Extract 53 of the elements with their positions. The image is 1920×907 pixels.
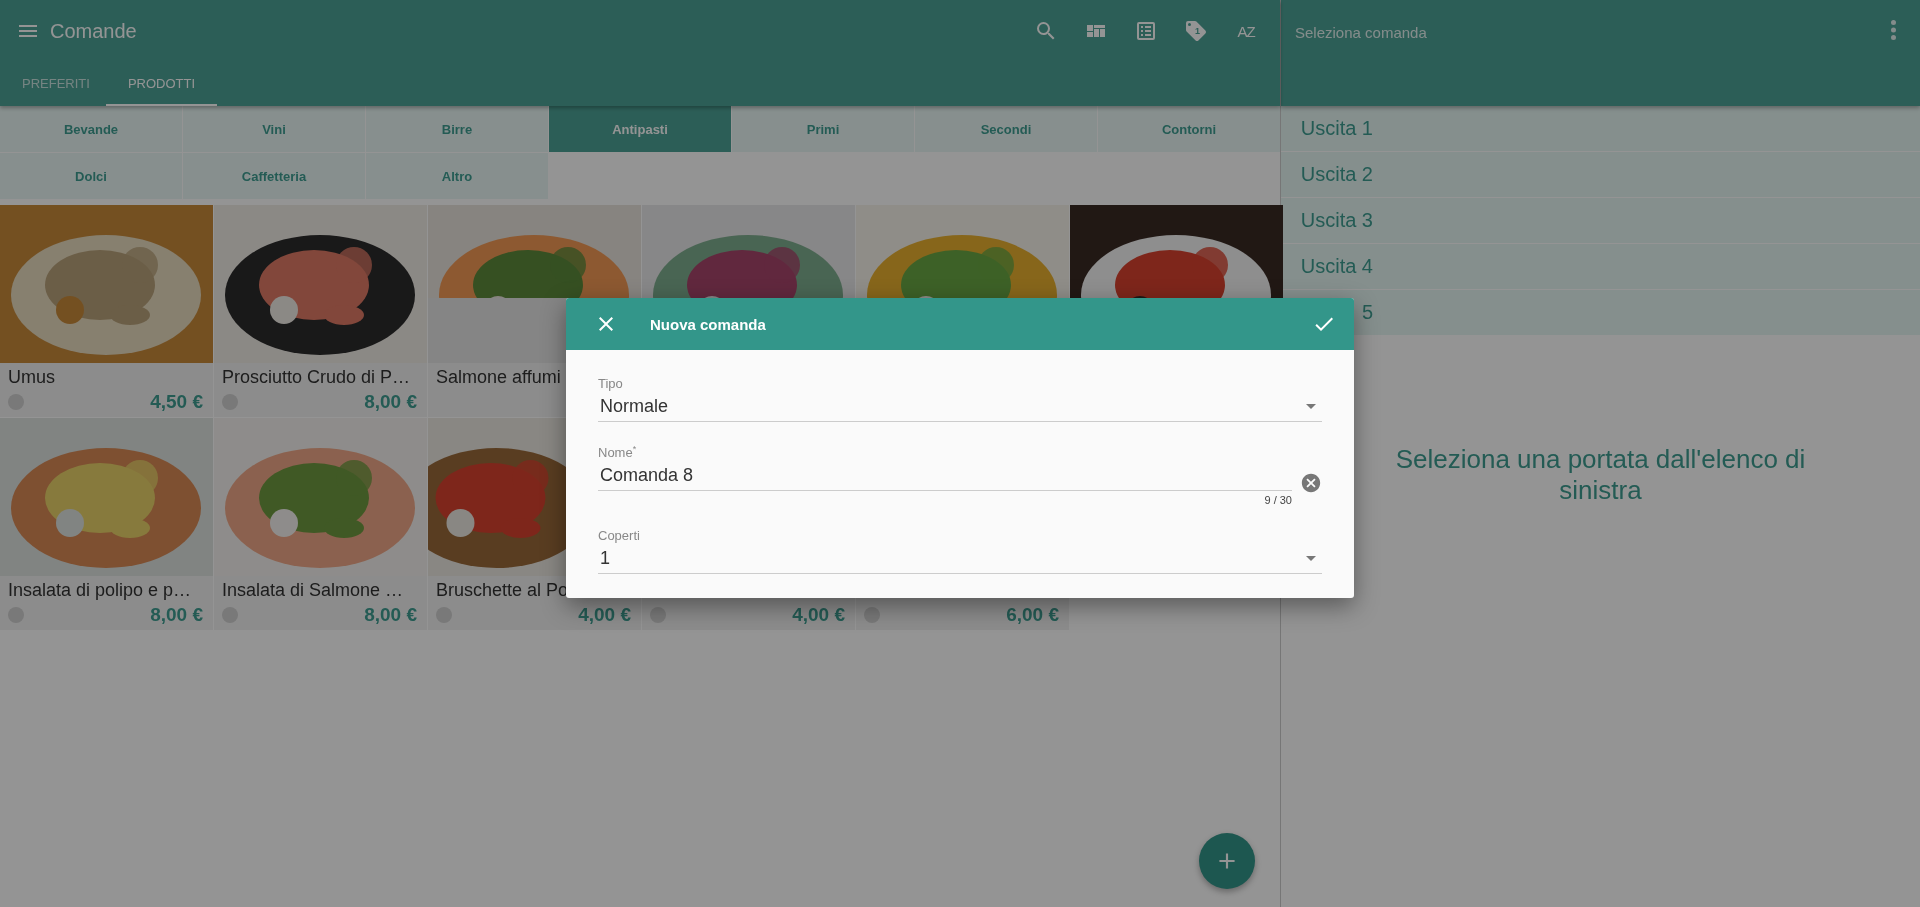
product-price: 6,00 € (1006, 604, 1059, 626)
product-price: 8,00 € (364, 391, 417, 413)
field-label: Nome$^{*}$ (598, 444, 638, 461)
clear-icon (1300, 472, 1322, 494)
status-dot (864, 607, 880, 623)
course-item[interactable]: Uscita 3 (1281, 198, 1920, 244)
category-tab[interactable]: Birre (366, 106, 548, 152)
tag-button[interactable]: 1 (1176, 11, 1216, 51)
list-icon (1134, 19, 1158, 43)
product-name: Insalata di polipo e p… (7, 579, 193, 602)
course-item[interactable]: Uscita 1 (1281, 106, 1920, 152)
more-button[interactable] (1891, 20, 1896, 40)
caret-icon (1306, 404, 1316, 409)
category-tab[interactable]: Altro (366, 153, 548, 199)
add-button[interactable] (1199, 833, 1255, 889)
category-tab[interactable]: Caffetteria (183, 153, 365, 199)
product-name: Umus (7, 366, 56, 389)
category-tab[interactable]: Contorni (1098, 106, 1280, 152)
caret-icon (1306, 556, 1316, 562)
product-name: Insalata di Salmone … (221, 579, 405, 602)
tab[interactable]: PREFERITI (6, 62, 106, 106)
category-tab[interactable]: Bevande (0, 106, 182, 152)
tag-icon (1184, 19, 1208, 43)
product-price: 4,50 € (150, 391, 203, 413)
char-counter: 9 / 30 (1263, 494, 1292, 507)
product-price: 8,00 € (364, 604, 417, 626)
product-tile[interactable]: Umus 4,50 € (0, 205, 213, 417)
product-price: 4,00 € (578, 604, 631, 626)
clear-button[interactable] (1300, 472, 1322, 494)
panel-title: Seleziona comanda (1295, 24, 1427, 41)
course-item[interactable]: Uscita 2 (1281, 152, 1920, 198)
select-field[interactable]: 1 (598, 545, 1322, 575)
text-field[interactable]: Comanda 8 (598, 462, 1292, 492)
app-title: Comande (50, 19, 138, 43)
select-field[interactable]: Normale (598, 393, 1322, 422)
product-price: 4,00 € (792, 604, 845, 626)
category-tab[interactable]: Antipasti (549, 106, 731, 152)
empty-message: Seleziona una portata dall'elenco di sinistra (1394, 444, 1807, 506)
product-name: Salmone affumi (435, 366, 562, 389)
status-dot (650, 607, 666, 623)
more-icon (1891, 20, 1896, 40)
course-item[interactable]: Uscita 4 (1281, 244, 1920, 290)
dialog-title: Nuova comanda (650, 315, 767, 333)
product-price: 8,00 € (150, 604, 203, 626)
category-tab[interactable]: Dolci (0, 153, 182, 199)
category-tab[interactable]: Secondi (915, 106, 1097, 152)
sort-button[interactable]: AZ (1226, 11, 1266, 51)
field-label: Coperti (598, 528, 641, 544)
category-tab[interactable]: Primi (732, 106, 914, 152)
product-name: Prosciutto Crudo di P… (221, 366, 412, 389)
course-item[interactable]: 5 (1281, 290, 1920, 336)
field-label: Tipo (598, 376, 624, 391)
category-tab[interactable]: Vini (183, 106, 365, 152)
